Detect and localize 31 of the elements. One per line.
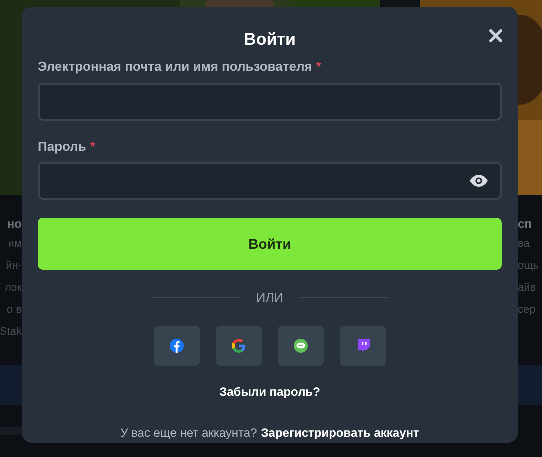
background-text: лэк	[4, 281, 22, 296]
social-login-button[interactable]	[278, 326, 324, 366]
background-heading: сп	[518, 216, 533, 233]
background-text: им	[7, 237, 22, 252]
chat-bubble-icon	[294, 338, 308, 352]
facebook-icon	[170, 338, 184, 352]
field-label: Пароль *	[38, 138, 96, 156]
social-login-button[interactable]	[154, 326, 200, 366]
background-text: ва	[518, 237, 531, 252]
required-mark: *	[316, 59, 322, 74]
required-mark: *	[90, 138, 96, 154]
field-label: Электронная почта или имя пользователя *	[38, 58, 322, 76]
submit-button[interactable]: Войти	[38, 218, 502, 270]
background-text: ощь	[518, 259, 540, 274]
background-text: о в	[6, 303, 22, 318]
eye-icon[interactable]	[470, 175, 488, 187]
forgot-password-link[interactable]: Забыли пароль?	[220, 384, 320, 398]
background-text: йн-	[5, 259, 22, 274]
signup-link[interactable]: Зарегистрировать аккаунт	[261, 424, 420, 442]
background-text: Stak	[0, 325, 22, 340]
google-icon	[232, 338, 246, 352]
background-text: айв	[518, 281, 538, 296]
background-heading: но	[6, 216, 22, 233]
signup-prompt: У вас еще нет аккаунта?	[120, 424, 258, 442]
social-login-button[interactable]	[216, 326, 262, 366]
input-field[interactable]	[38, 82, 502, 120]
dialog-title: Войти	[244, 30, 296, 49]
divider-text: ИЛИ	[256, 289, 284, 307]
password-field[interactable]	[38, 162, 502, 200]
twitch-icon	[356, 338, 370, 352]
background-text: сер	[518, 303, 537, 318]
